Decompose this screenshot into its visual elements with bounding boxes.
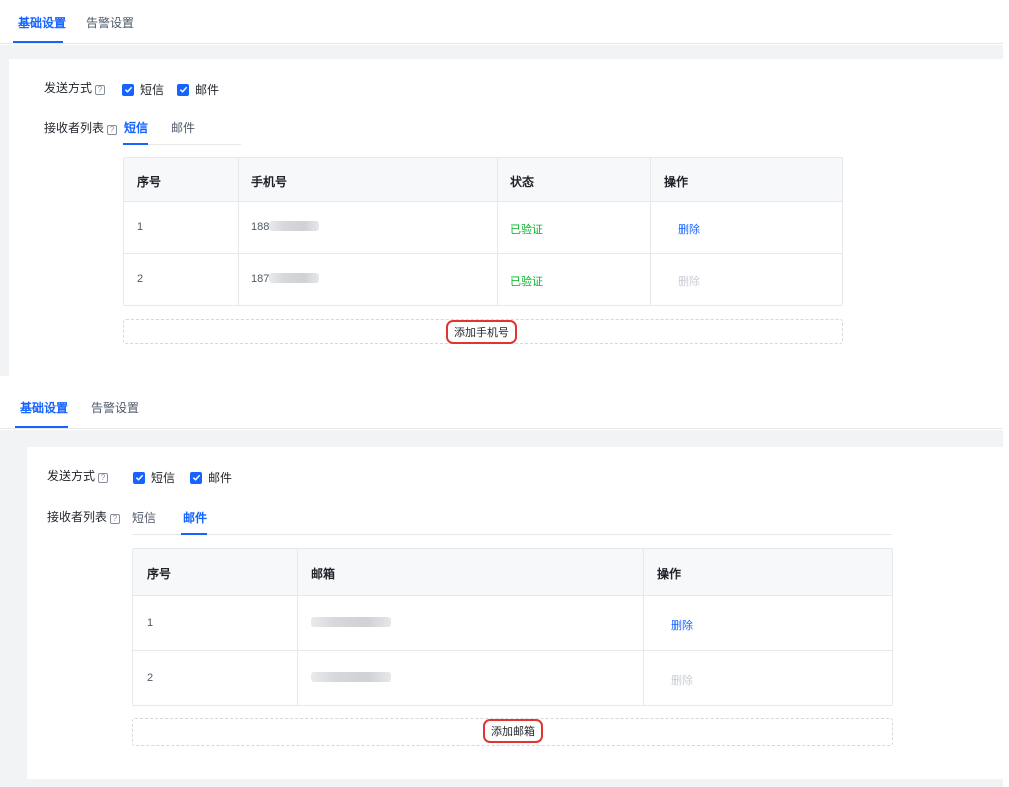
settings-card: 发送方式? 短信 邮件 接收者列表? 短信 邮件 序号 邮箱 操作 1 删除 2… (27, 447, 1003, 779)
subtab-email[interactable]: 邮件 (183, 509, 207, 527)
tab-alert-settings[interactable]: 告警设置 (86, 14, 134, 32)
settings-panel-email: 基础设置 告警设置 发送方式? 短信 邮件 接收者列表? 短信 邮件 序号 邮箱… (0, 385, 1009, 787)
checkbox-checked-icon (122, 83, 134, 96)
tab-basic-settings[interactable]: 基础设置 (18, 14, 66, 32)
masked-value (269, 273, 320, 283)
column-divider (297, 549, 298, 705)
add-phone-label: 添加手机号 (446, 320, 517, 344)
help-icon[interactable]: ? (110, 514, 121, 524)
phone-number: 187 (251, 273, 320, 285)
add-phone-button[interactable]: 添加手机号 (123, 319, 843, 344)
settings-card: 发送方式? 短信 邮件 接收者列表? 短信 邮件 序号 手机号 状态 操作 1 … (9, 59, 1003, 376)
add-email-label: 添加邮箱 (483, 719, 543, 743)
receiver-list-label: 接收者列表? (44, 119, 118, 137)
email-table: 序号 邮箱 操作 1 删除 2 删除 (132, 548, 893, 706)
email-checkbox-label: 邮件 (208, 471, 233, 485)
subtab-email[interactable]: 邮件 (171, 119, 195, 137)
delete-button[interactable]: 删除 (671, 617, 693, 633)
row-index: 1 (137, 221, 144, 233)
verified-status: 已验证 (510, 276, 543, 288)
top-tab-bar: 基础设置 告警设置 (0, 0, 1003, 44)
send-mode-label: 发送方式? (44, 79, 106, 97)
subtab-sms[interactable]: 短信 (124, 119, 148, 137)
table-row: 1 188 已验证 删除 (124, 202, 842, 254)
row-index: 1 (147, 617, 154, 629)
receiver-list-label: 接收者列表? (47, 508, 121, 526)
col-header-action: 操作 (657, 567, 682, 581)
table-header: 序号 手机号 状态 操作 (124, 158, 842, 202)
col-header-index: 序号 (147, 567, 172, 581)
delete-button-disabled: 删除 (671, 675, 693, 687)
table-row: 2 187 已验证 删除 (124, 254, 842, 306)
help-icon[interactable]: ? (107, 125, 118, 135)
sms-checkbox-label: 短信 (151, 471, 176, 485)
tab-alert-settings[interactable]: 告警设置 (91, 399, 139, 417)
send-mode-label: 发送方式? (47, 467, 109, 485)
row-index: 2 (137, 273, 144, 285)
email-checkbox-label: 邮件 (195, 83, 220, 97)
add-email-button[interactable]: 添加邮箱 (132, 718, 893, 746)
table-header: 序号 邮箱 操作 (133, 549, 892, 596)
row-index: 2 (147, 672, 154, 684)
active-tab-indicator (15, 426, 68, 428)
help-icon[interactable]: ? (98, 473, 109, 483)
verified-status: 已验证 (510, 224, 543, 236)
active-subtab-indicator (123, 143, 148, 145)
col-header-index: 序号 (137, 175, 162, 189)
col-header-phone: 手机号 (251, 175, 288, 189)
phone-table: 序号 手机号 状态 操作 1 188 已验证 删除 2 187 已验证 删除 (123, 157, 843, 306)
checkbox-checked-icon (190, 471, 202, 484)
masked-value (311, 617, 391, 627)
active-subtab-indicator (181, 533, 207, 535)
subtab-sms[interactable]: 短信 (132, 509, 156, 527)
table-row: 2 删除 (133, 651, 892, 706)
settings-panel-sms: 基础设置 告警设置 发送方式? 短信 邮件 接收者列表? 短信 邮件 序号 手机… (0, 0, 1009, 376)
masked-value (311, 672, 391, 682)
email-checkbox[interactable]: 邮件 (177, 81, 219, 98)
email-checkbox[interactable]: 邮件 (190, 469, 232, 486)
table-row: 1 删除 (133, 596, 892, 651)
column-divider (650, 158, 651, 305)
top-tab-bar: 基础设置 告警设置 (0, 385, 1003, 429)
sms-checkbox[interactable]: 短信 (133, 469, 175, 486)
subtab-divider (132, 534, 892, 535)
sms-checkbox[interactable]: 短信 (122, 81, 164, 98)
masked-value (269, 221, 320, 231)
email-address (311, 672, 391, 684)
help-icon[interactable]: ? (95, 85, 106, 95)
delete-button[interactable]: 删除 (678, 221, 700, 237)
phone-number: 188 (251, 221, 320, 233)
checkbox-checked-icon (133, 471, 145, 484)
column-divider (238, 158, 239, 305)
delete-button-disabled: 删除 (678, 276, 700, 288)
column-divider (643, 549, 644, 705)
column-divider (497, 158, 498, 305)
email-address (311, 617, 391, 629)
sms-checkbox-label: 短信 (140, 83, 165, 97)
tab-basic-settings[interactable]: 基础设置 (20, 399, 68, 417)
col-header-status: 状态 (510, 175, 535, 189)
checkbox-checked-icon (177, 83, 189, 96)
active-tab-indicator (13, 41, 63, 43)
col-header-action: 操作 (664, 175, 689, 189)
col-header-email: 邮箱 (311, 567, 336, 581)
